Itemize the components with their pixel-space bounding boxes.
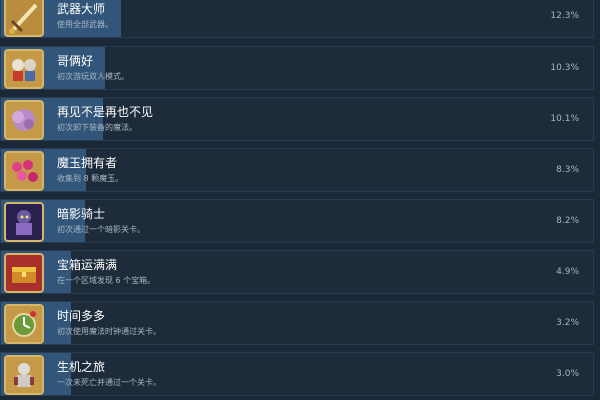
achievement-row[interactable]: 哥俩好 初次游玩双人模式。 10.3%	[0, 46, 594, 90]
achievement-percent: 10.3%	[550, 63, 579, 73]
magic-clock-icon	[4, 304, 44, 344]
achievement-row[interactable]: 时间多多 初次使用魔法时钟通过关卡。 3.2%	[0, 301, 594, 345]
achievement-description: 初次通过一个暗影关卡。	[57, 225, 145, 234]
achievement-description: 使用全部武器。	[57, 20, 113, 29]
achievement-title: 再见不是再也不见	[57, 105, 154, 119]
two-heroes-icon	[4, 49, 44, 89]
achievement-title: 武器大师	[57, 2, 106, 16]
achievement-title: 时间多多	[57, 309, 106, 323]
achievement-row[interactable]: 再见不是再也不见 初次卸下装备的魔法。 10.1%	[0, 97, 594, 141]
achievement-title: 宝箱运满满	[57, 258, 118, 272]
achievement-row[interactable]: 宝箱运满满 在一个区域发现 6 个宝箱。 4.9%	[0, 250, 594, 294]
magic-gems-icon	[4, 151, 44, 191]
achievement-percent: 10.1%	[550, 114, 579, 124]
treasure-chest-icon	[4, 253, 44, 293]
shadow-knight-icon	[4, 202, 44, 242]
achievement-percent: 4.9%	[556, 267, 579, 277]
knight-icon	[4, 355, 44, 395]
achievement-percent: 12.3%	[550, 11, 579, 21]
achievement-percent: 8.3%	[556, 165, 579, 175]
achievement-percent: 3.0%	[556, 369, 579, 379]
achievement-description: 初次使用魔法时钟通过关卡。	[57, 327, 161, 336]
achievement-description: 收集到 8 颗魔玉。	[57, 174, 124, 183]
achievement-title: 魔玉拥有者	[57, 156, 118, 170]
achievement-description: 初次卸下装备的魔法。	[57, 123, 137, 132]
achievement-title: 生机之旅	[57, 360, 106, 374]
achievement-row[interactable]: 生机之旅 一次未死亡并通过一个关卡。 3.0%	[0, 352, 594, 396]
magic-cloud-icon	[4, 100, 44, 140]
achievement-percent: 8.2%	[556, 216, 579, 226]
achievement-description: 一次未死亡并通过一个关卡。	[57, 378, 161, 387]
sword-icon	[4, 0, 44, 37]
achievement-title: 暗影骑士	[57, 207, 106, 221]
achievement-percent: 3.2%	[556, 318, 579, 328]
achievement-row[interactable]: 魔玉拥有者 收集到 8 颗魔玉。 8.3%	[0, 148, 594, 192]
achievement-title: 哥俩好	[57, 54, 94, 68]
achievement-row[interactable]: 武器大师 使用全部武器。 12.3%	[0, 0, 594, 38]
achievement-description: 初次游玩双人模式。	[57, 72, 129, 81]
achievement-list: 武器大师 使用全部武器。 12.3% 哥俩好 初次游玩双人模式。 10.3% 再…	[0, 0, 600, 400]
achievement-row[interactable]: 暗影骑士 初次通过一个暗影关卡。 8.2%	[0, 199, 594, 243]
achievement-description: 在一个区域发现 6 个宝箱。	[57, 276, 156, 285]
